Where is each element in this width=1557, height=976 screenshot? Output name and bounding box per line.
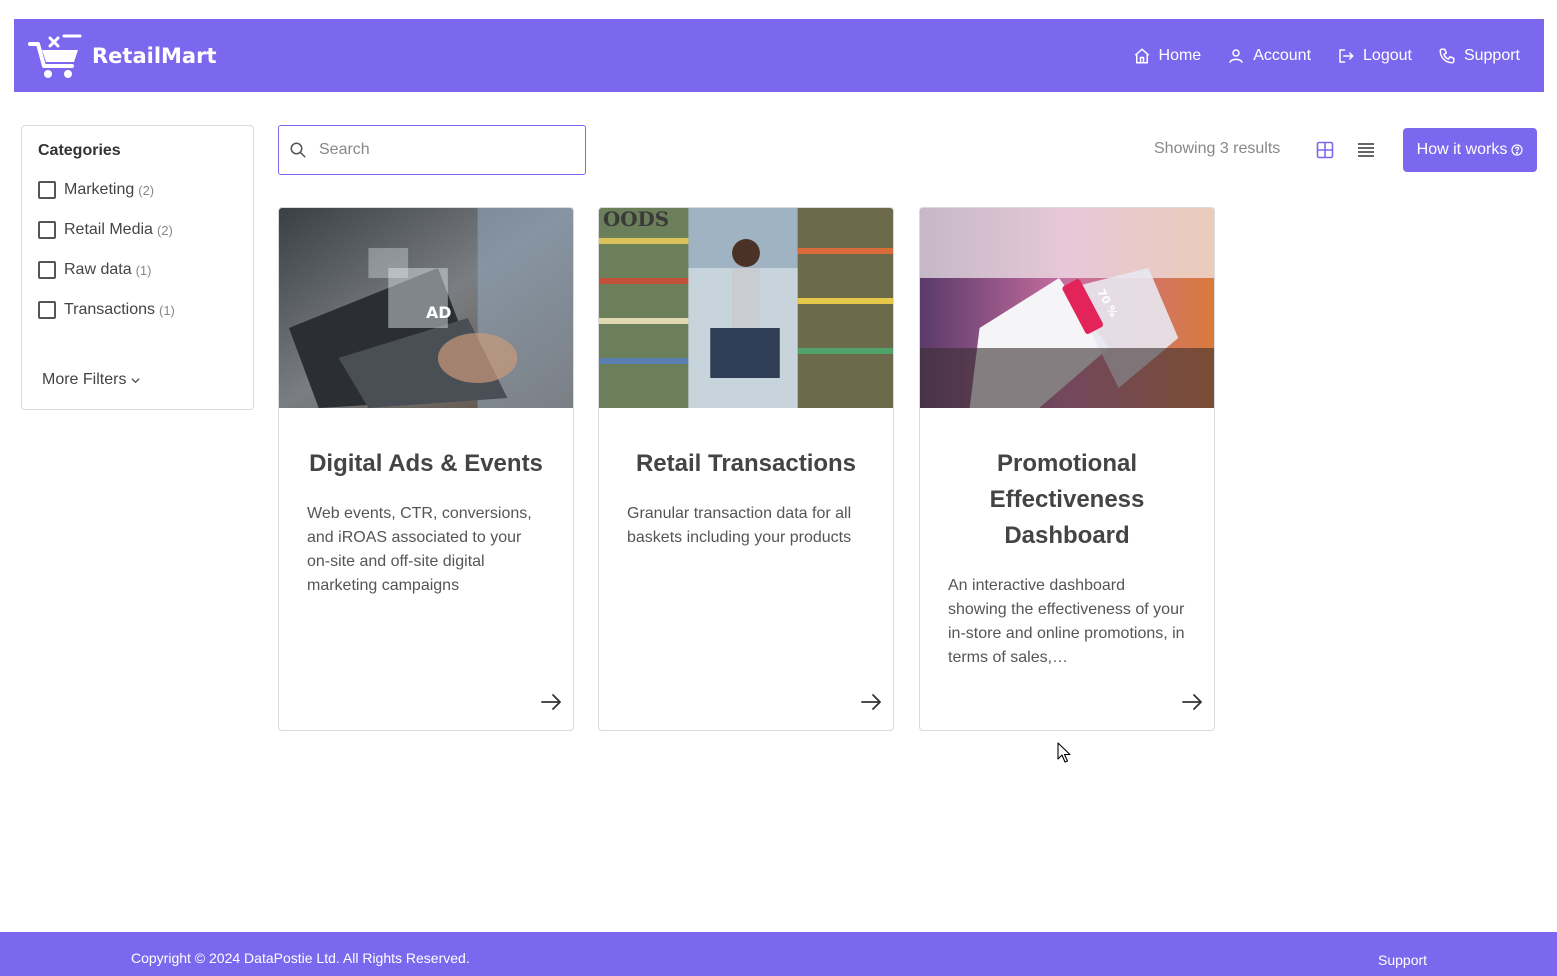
nav-logout[interactable]: Logout: [1337, 47, 1412, 65]
card-description: Web events, CTR, conversions, and iROAS …: [307, 505, 532, 594]
card-image-laptop: AD: [279, 208, 573, 408]
footer: Copyright © 2024 DataPostie Ltd. All Rig…: [0, 932, 1557, 976]
home-icon: [1134, 48, 1149, 63]
how-it-works-button[interactable]: How it works: [1403, 128, 1537, 172]
cart-logo-icon: [28, 34, 82, 78]
category-count: (1): [135, 262, 152, 278]
brand-name: RetailMart: [92, 43, 217, 68]
help-circle-icon: [1511, 144, 1523, 156]
category-count: (2): [156, 222, 173, 238]
category-checkbox[interactable]: [38, 221, 56, 239]
product-card-promotional-dashboard[interactable]: 70 % Promotional Effectiveness Dashboard…: [919, 207, 1215, 731]
search-box[interactable]: [278, 125, 586, 175]
category-marketing[interactable]: Marketing (2): [38, 170, 237, 210]
category-checkbox[interactable]: [38, 261, 56, 279]
category-label: Retail Media: [64, 221, 153, 238]
card-image-shopper: OODS: [599, 208, 893, 408]
categories-title: Categories: [38, 142, 121, 159]
nav-support-label: Support: [1463, 46, 1520, 64]
search-input[interactable]: [319, 141, 559, 159]
category-raw-data[interactable]: Raw data (1): [38, 250, 237, 290]
arrow-right-icon[interactable]: [859, 690, 883, 714]
list-view-icon[interactable]: [1357, 141, 1375, 159]
product-card-digital-ads[interactable]: AD Digital Ads & Events Web events, CTR,…: [278, 207, 574, 731]
categories-panel: Categories Marketing (2) Retail Media (2…: [21, 125, 254, 410]
card-image-sale-rack: 70 %: [920, 208, 1214, 408]
main-nav: Home Account Logout Support: [1133, 47, 1520, 65]
card-title: Retail Transactions: [635, 450, 857, 477]
card-description: Granular transaction data for all basket…: [627, 505, 852, 546]
card-title: Digital Ads & Events: [309, 450, 543, 477]
nav-support[interactable]: Support: [1438, 47, 1520, 65]
product-card-retail-transactions[interactable]: OODS Retail Transactions Granular transa…: [598, 207, 894, 731]
footer-support-link[interactable]: Support: [1378, 952, 1427, 968]
brand-logo[interactable]: RetailMart: [28, 32, 216, 80]
user-icon: [1229, 48, 1243, 63]
category-label: Raw data: [64, 261, 132, 278]
nav-logout-label: Logout: [1363, 46, 1412, 64]
nav-home[interactable]: Home: [1133, 46, 1202, 65]
phone-icon: [1439, 48, 1455, 63]
how-it-works-label: How it works: [1416, 141, 1508, 158]
category-transactions[interactable]: Transactions (1): [38, 290, 237, 330]
svg-text:AD: AD: [426, 303, 451, 322]
category-label: Marketing: [64, 181, 135, 198]
category-checkbox[interactable]: [38, 181, 56, 199]
card-description: An interactive dashboard showing the eff…: [948, 577, 1185, 666]
arrow-right-icon[interactable]: [1180, 690, 1204, 714]
nav-account[interactable]: Account: [1227, 47, 1311, 65]
nav-account-label: Account: [1253, 46, 1312, 64]
svg-text:OODS: OODS: [603, 208, 669, 231]
more-filters-label: More Filters: [42, 371, 127, 388]
arrow-right-icon[interactable]: [539, 690, 563, 714]
card-title: Promotional Effectiveness Dashboard: [989, 450, 1145, 549]
more-filters-button[interactable]: More Filters: [42, 371, 141, 389]
category-checkbox[interactable]: [38, 301, 56, 319]
results-count: Showing 3 results: [1154, 140, 1281, 157]
grid-view-icon[interactable]: [1316, 141, 1334, 159]
top-navbar: RetailMart Home Account Logout Support: [14, 19, 1544, 92]
category-count: (2): [138, 182, 155, 198]
search-icon: [290, 142, 306, 158]
logout-icon: [1339, 48, 1354, 63]
nav-home-label: Home: [1158, 46, 1202, 64]
category-count: (1): [159, 302, 175, 318]
mouse-cursor-icon: [1057, 742, 1071, 763]
copyright-text: Copyright © 2024 DataPostie Ltd. All Rig…: [131, 950, 470, 966]
category-retail-media[interactable]: Retail Media (2): [38, 210, 237, 250]
chevron-down-icon: [131, 377, 141, 383]
category-label: Transactions: [64, 301, 155, 318]
